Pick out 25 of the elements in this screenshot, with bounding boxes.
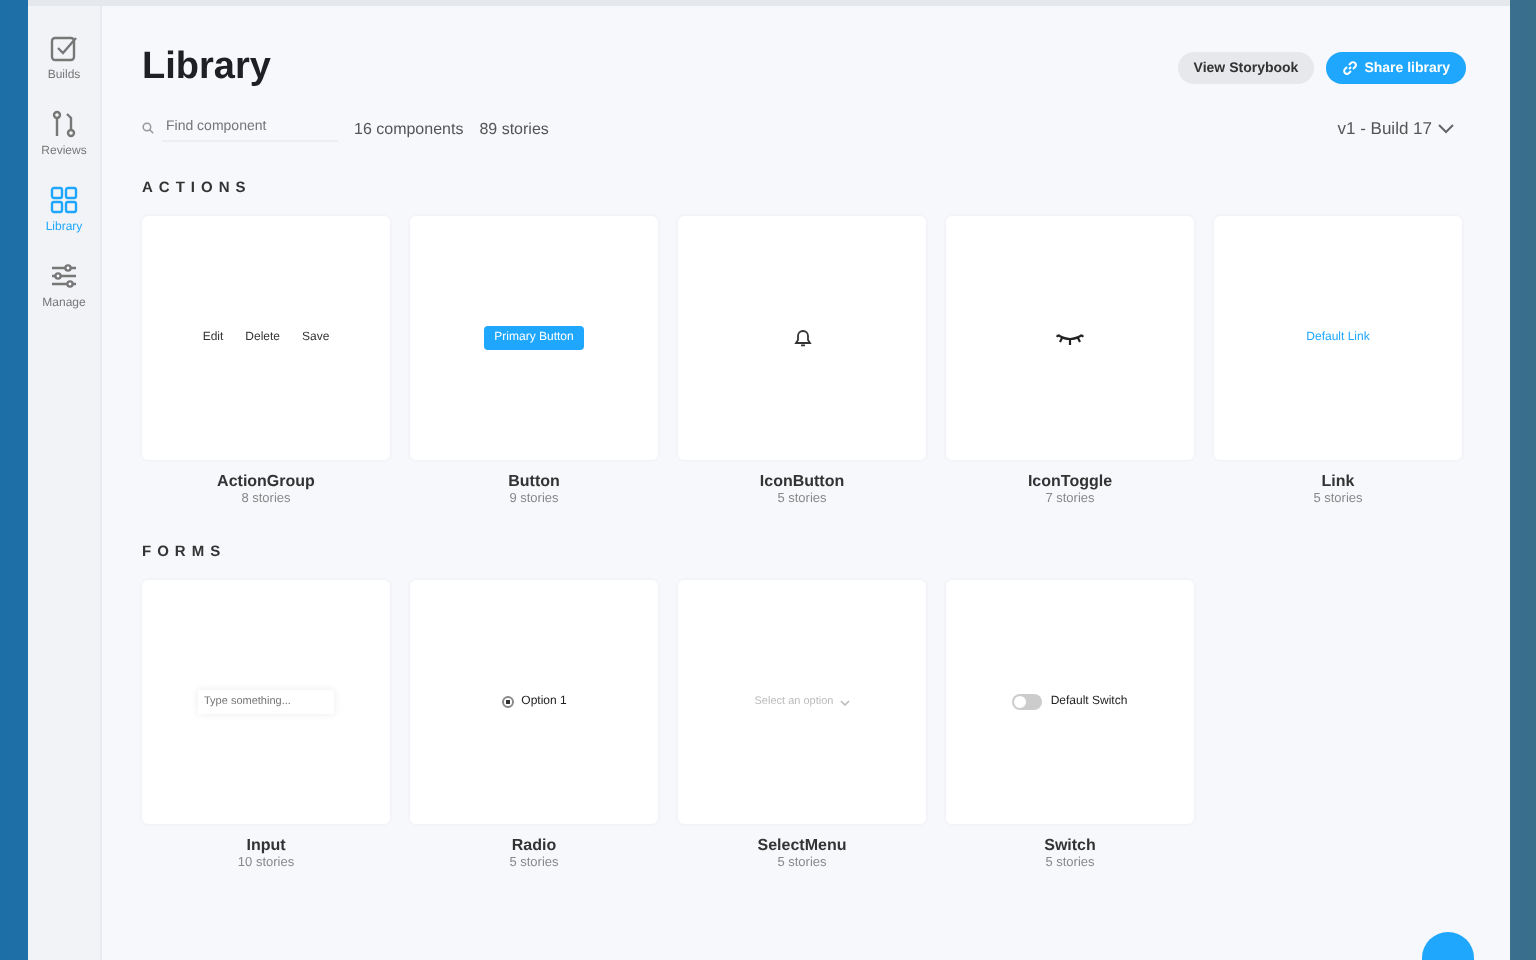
component-name: Switch [1042,836,1098,854]
component-name: Input [244,836,288,854]
component-name: IconButton [757,472,847,490]
chevron-icon [1438,123,1454,133]
checkbox-icon [50,34,78,62]
chevron-icon [839,699,850,705]
component-name: ActionGroup [215,472,317,490]
radio-button[interactable] [501,696,514,708]
component-name: Radio [509,836,559,854]
component-name: IconToggle [1025,472,1115,490]
branch-icon [50,110,78,138]
component-name: SelectMenu [755,836,849,854]
link-icon [1342,60,1359,76]
closed-eye-icon[interactable] [1056,331,1084,345]
component-name: Link [1319,472,1357,490]
grid-icon [50,186,78,214]
toggle-switch[interactable] [1012,694,1043,710]
version-dropdown[interactable]: v1 - Build 17 [1325,116,1466,140]
page-title: Library [142,46,271,90]
count-label: 89 stories [479,119,549,137]
search-icon [142,120,154,136]
sliders-icon [50,262,78,290]
bell-icon[interactable] [793,328,811,348]
count-label: 16 components [354,119,464,137]
component-name: Button [506,472,562,490]
